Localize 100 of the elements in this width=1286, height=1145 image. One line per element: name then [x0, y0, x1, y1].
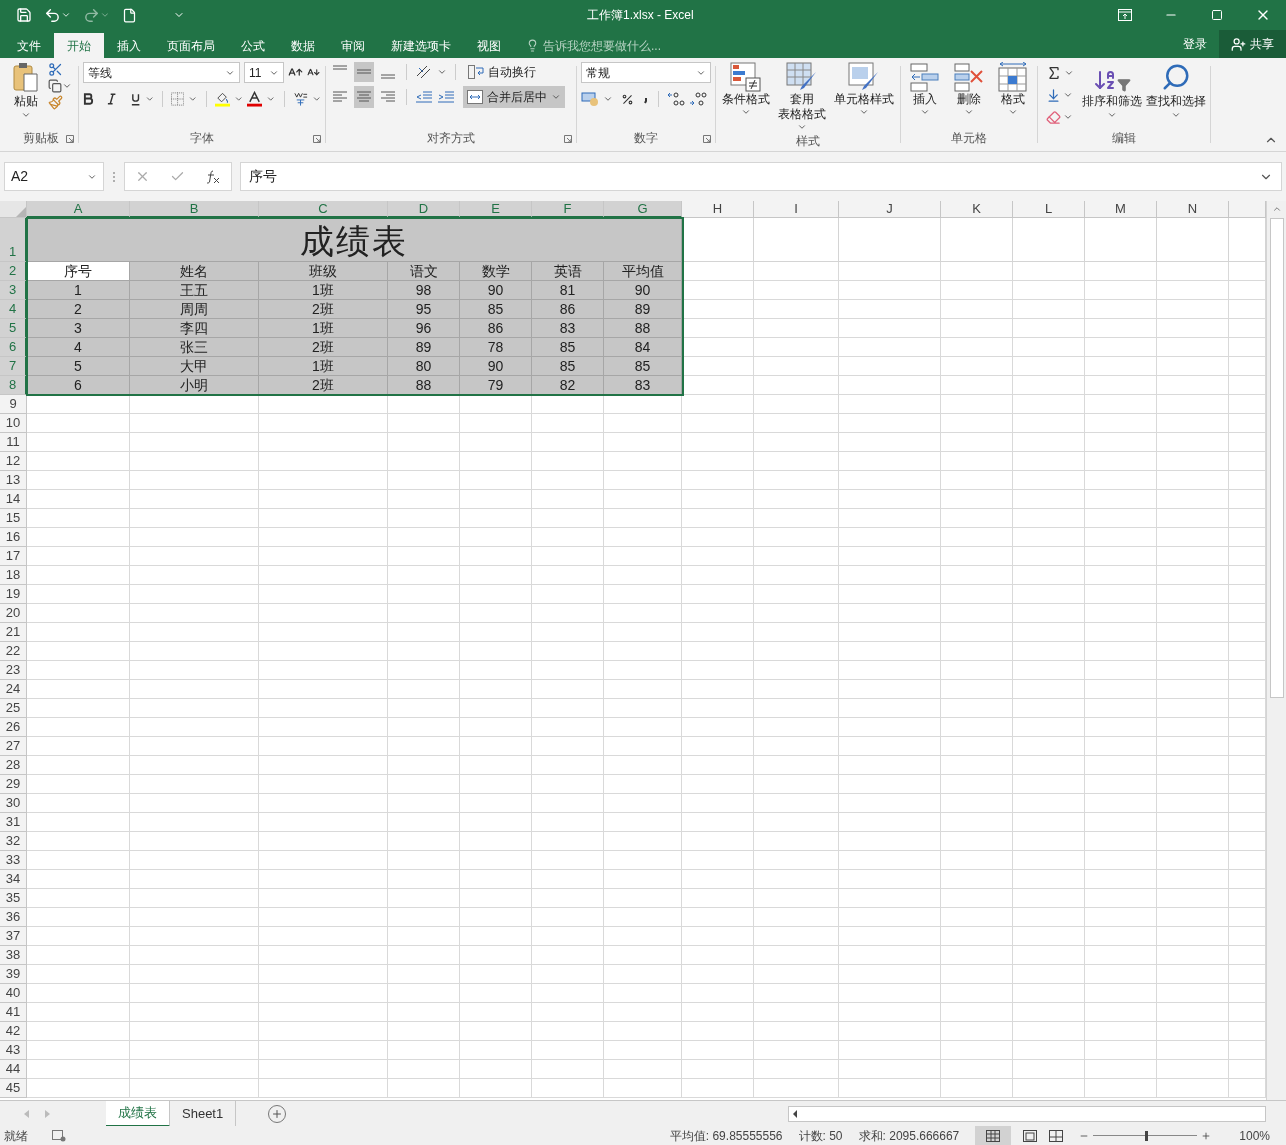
currency-icon[interactable] [581, 91, 599, 107]
row-header[interactable]: 39 [0, 965, 27, 984]
row-header[interactable]: 17 [0, 547, 27, 566]
table-cell[interactable]: 1班 [259, 281, 388, 300]
horizontal-align-icon[interactable] [354, 86, 374, 108]
vertical-align-icon[interactable] [354, 62, 374, 82]
table-cell[interactable]: 张三 [130, 338, 259, 357]
table-cell[interactable]: 王五 [130, 281, 259, 300]
ribbon-button[interactable]: 删除 [949, 62, 989, 117]
merge-center-button[interactable]: 合并后居中 [463, 86, 565, 108]
table-cell[interactable]: 89 [388, 338, 460, 357]
table-cell[interactable]: 86 [460, 319, 532, 338]
column-header[interactable]: L [1013, 201, 1085, 218]
percent-icon[interactable] [621, 92, 634, 106]
table-cell[interactable]: 90 [460, 281, 532, 300]
column-header[interactable]: I [754, 201, 839, 218]
table-cell[interactable]: 89 [604, 300, 682, 319]
ribbon-tab[interactable]: 文件 [4, 33, 54, 58]
column-header[interactable]: J [839, 201, 941, 218]
row-header[interactable]: 35 [0, 889, 27, 908]
increase-decimal-icon[interactable] [667, 91, 685, 107]
row-header[interactable]: 18 [0, 566, 27, 585]
scroll-thumb[interactable] [1269, 218, 1284, 698]
row-header[interactable]: 1 [0, 218, 27, 262]
ribbon-tab[interactable]: 视图 [464, 33, 514, 58]
table-cell[interactable]: 85 [604, 357, 682, 376]
page-layout-icon[interactable] [1023, 1129, 1038, 1142]
table-cell[interactable]: 英语 [532, 262, 604, 281]
table-cell[interactable]: 81 [532, 281, 604, 300]
table-cell[interactable]: 78 [460, 338, 532, 357]
row-header[interactable]: 16 [0, 528, 27, 547]
row-header[interactable]: 4 [0, 300, 27, 319]
ribbon-button[interactable]: 条件格式 [720, 62, 772, 132]
table-cell[interactable]: 84 [604, 338, 682, 357]
vertical-scrollbar[interactable] [1266, 201, 1286, 1100]
ribbon-button[interactable]: 插入 [905, 62, 945, 117]
table-cell[interactable]: 李四 [130, 319, 259, 338]
row-header[interactable]: 5 [0, 319, 27, 338]
table-cell[interactable]: 95 [388, 300, 460, 319]
row-header[interactable]: 25 [0, 699, 27, 718]
table-cell[interactable]: 4 [27, 338, 130, 357]
table-cell[interactable]: 数学 [460, 262, 532, 281]
row-header[interactable]: 34 [0, 870, 27, 889]
ribbon-button[interactable]: 套用 表格格式 [776, 62, 828, 132]
table-cell[interactable]: 85 [532, 357, 604, 376]
ribbon-tab[interactable]: 开始 [54, 33, 104, 58]
orientation-icon[interactable] [415, 64, 433, 80]
table-cell[interactable]: 大甲 [130, 357, 259, 376]
row-header[interactable]: 15 [0, 509, 27, 528]
name-box[interactable]: A2 [4, 162, 104, 191]
font-color-icon[interactable] [247, 91, 263, 107]
previous-sheet-icon[interactable] [24, 1109, 29, 1118]
zoom-slider[interactable] [1093, 1129, 1198, 1142]
table-cell[interactable]: 周周 [130, 300, 259, 319]
formula-field[interactable]: 序号 [240, 162, 1282, 191]
row-header[interactable]: 44 [0, 1060, 27, 1079]
table-cell[interactable]: 85 [460, 300, 532, 319]
merged-title-cell[interactable]: 成绩表 [27, 218, 682, 262]
wrap-text-button[interactable]: 自动换行 [464, 63, 540, 81]
row-header[interactable]: 19 [0, 585, 27, 604]
row-header[interactable]: 10 [0, 414, 27, 433]
ribbon-display-icon[interactable] [1118, 9, 1132, 21]
sign-in-link[interactable]: 登录 [1171, 30, 1219, 58]
italic-icon[interactable] [106, 93, 118, 105]
row-header[interactable]: 28 [0, 756, 27, 775]
row-header[interactable]: 7 [0, 357, 27, 376]
next-sheet-icon[interactable] [45, 1109, 50, 1118]
normal-view-button[interactable] [975, 1126, 1012, 1145]
tell-me-field[interactable]: 告诉我您想要做什么... [514, 33, 673, 58]
table-cell[interactable]: 语文 [388, 262, 460, 281]
ribbon-tab[interactable]: 插入 [104, 33, 154, 58]
paste-button[interactable]: 粘贴 [8, 62, 44, 120]
row-header[interactable]: 8 [0, 376, 27, 395]
row-header[interactable]: 27 [0, 737, 27, 756]
row-header[interactable]: 9 [0, 395, 27, 414]
redo-icon[interactable] [83, 6, 100, 24]
row-header[interactable]: 43 [0, 1041, 27, 1060]
row-header[interactable]: 6 [0, 338, 27, 357]
table-cell[interactable]: 平均值 [604, 262, 682, 281]
phonetic-icon[interactable] [292, 91, 308, 107]
row-header[interactable]: 13 [0, 471, 27, 490]
ribbon-button[interactable]: 单元格样式 [832, 62, 896, 132]
table-cell[interactable]: 1 [27, 281, 130, 300]
font-size-field[interactable]: 11 [244, 62, 284, 83]
launcher-icon[interactable] [66, 135, 74, 143]
row-header[interactable]: 42 [0, 1022, 27, 1041]
row-header[interactable]: 30 [0, 794, 27, 813]
undo-icon[interactable] [44, 6, 61, 24]
row-header[interactable]: 24 [0, 680, 27, 699]
table-cell[interactable]: 96 [388, 319, 460, 338]
share-button[interactable]: 共享 [1219, 30, 1286, 58]
table-cell[interactable]: 3 [27, 319, 130, 338]
table-cell[interactable]: 83 [532, 319, 604, 338]
table-cell[interactable]: 80 [388, 357, 460, 376]
row-header[interactable]: 36 [0, 908, 27, 927]
table-cell[interactable]: 2班 [259, 300, 388, 319]
scroll-up-icon[interactable] [1271, 204, 1282, 214]
table-cell[interactable]: 1班 [259, 357, 388, 376]
page-break-icon[interactable] [1049, 1129, 1064, 1142]
macro-record-icon[interactable] [52, 1129, 66, 1142]
